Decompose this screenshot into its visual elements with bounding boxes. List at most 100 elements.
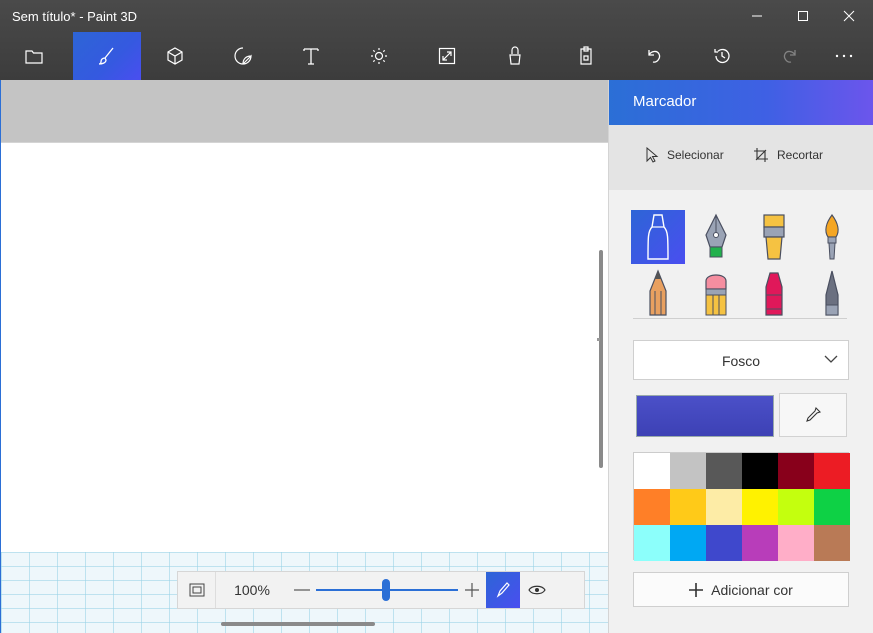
brush-watercolor[interactable]: [805, 210, 859, 264]
eyedropper-icon: [806, 406, 822, 422]
canvas-tab[interactable]: [413, 32, 481, 80]
more-button[interactable]: [815, 32, 873, 80]
color-swatch[interactable]: [778, 489, 814, 525]
text-icon: [303, 48, 319, 65]
history-icon: [714, 48, 730, 64]
minus-icon: [294, 589, 310, 591]
oil-brush-icon: [763, 214, 785, 260]
fit-screen-icon: [189, 583, 204, 597]
color-swatch[interactable]: [706, 525, 742, 561]
minimize-icon: [752, 15, 762, 17]
color-swatch[interactable]: [634, 525, 670, 561]
minimize-button[interactable]: [734, 0, 780, 32]
color-swatch[interactable]: [670, 525, 706, 561]
close-button[interactable]: [826, 0, 872, 32]
maximize-button[interactable]: [780, 0, 826, 32]
window-title: Sem título* - Paint 3D: [12, 9, 137, 24]
color-swatch[interactable]: [778, 525, 814, 561]
color-swatch[interactable]: [670, 489, 706, 525]
brush-pixel-pen[interactable]: [805, 266, 859, 320]
zoom-bar: 100%: [177, 571, 585, 609]
paste-icon: [580, 46, 592, 65]
chevron-down-icon: [824, 355, 838, 363]
color-swatch[interactable]: [670, 453, 706, 489]
crayon-icon: [765, 272, 783, 316]
brush-oil[interactable]: [747, 210, 801, 264]
more-icon: [835, 54, 853, 58]
folder-icon: [25, 50, 43, 64]
canvas-resize-handle[interactable]: [597, 338, 600, 341]
drawing-canvas[interactable]: [1, 142, 608, 552]
history-button[interactable]: [688, 32, 756, 80]
mixed-reality-tab[interactable]: [481, 32, 549, 80]
color-swatch[interactable]: [742, 453, 778, 489]
brush-eraser[interactable]: [689, 266, 743, 320]
view-mode-button[interactable]: [520, 572, 554, 608]
select-label: Selecionar: [667, 148, 724, 162]
eyedropper-button[interactable]: [779, 393, 847, 437]
panel-title: Marcador: [633, 93, 697, 110]
crop-icon: [754, 148, 768, 162]
zoom-slider-thumb[interactable]: [382, 579, 390, 601]
color-swatch[interactable]: [814, 525, 850, 561]
sticker-icon: [234, 47, 252, 65]
mixed-reality-icon: [509, 46, 521, 65]
zoom-in-button[interactable]: [458, 572, 486, 608]
paste-button[interactable]: [552, 32, 620, 80]
brush-divider: [633, 318, 847, 319]
brush-marker[interactable]: [631, 210, 685, 264]
zoom-out-button[interactable]: [288, 572, 316, 608]
maximize-icon: [798, 11, 808, 21]
finish-dropdown[interactable]: Fosco: [633, 340, 849, 380]
vertical-scrollbar[interactable]: [599, 250, 603, 468]
select-button[interactable]: Selecionar: [645, 147, 724, 163]
watercolor-brush-icon: [825, 213, 839, 260]
color-swatch[interactable]: [634, 489, 670, 525]
text-tab[interactable]: [277, 32, 345, 80]
color-swatch[interactable]: [742, 525, 778, 561]
undo-icon: [648, 50, 661, 63]
current-color-swatch[interactable]: [636, 395, 774, 437]
color-swatch[interactable]: [814, 489, 850, 525]
stickers-tab[interactable]: [209, 32, 277, 80]
eraser-icon: [705, 274, 727, 316]
undo-button[interactable]: [620, 32, 688, 80]
calligraphy-pen-icon: [705, 213, 727, 258]
main-toolbar: [0, 32, 873, 80]
brush-crayon[interactable]: [747, 266, 801, 320]
brushes-tab[interactable]: [73, 32, 141, 80]
zoom-slider[interactable]: [316, 572, 458, 608]
crop-label: Recortar: [777, 148, 824, 162]
title-bar: Sem título* - Paint 3D: [0, 0, 873, 80]
fit-to-screen-button[interactable]: [178, 572, 216, 608]
add-color-button[interactable]: Adicionar cor: [633, 572, 849, 607]
brush-pencil[interactable]: [631, 266, 685, 320]
panel-header: Marcador: [609, 80, 873, 125]
crop-button[interactable]: Recortar: [753, 147, 823, 163]
pen-mode-button[interactable]: [486, 572, 520, 608]
side-panel: Marcador Selecionar Recortar Fosco Adici…: [608, 80, 873, 633]
color-swatch[interactable]: [706, 453, 742, 489]
color-swatch[interactable]: [814, 453, 850, 489]
add-color-label: Adicionar cor: [711, 581, 793, 598]
workspace-background: [1, 80, 608, 142]
select-crop-row: Selecionar Recortar: [609, 125, 873, 190]
workspace: 100%: [0, 80, 608, 633]
color-palette: [633, 452, 850, 561]
redo-button[interactable]: [756, 32, 824, 80]
color-swatch[interactable]: [742, 489, 778, 525]
marker-icon: [647, 214, 669, 260]
3d-shapes-tab[interactable]: [141, 32, 209, 80]
canvas-resize-icon: [438, 47, 456, 65]
effects-tab[interactable]: [345, 32, 413, 80]
brush-calligraphy-pen[interactable]: [689, 210, 743, 264]
color-swatch[interactable]: [634, 453, 670, 489]
color-swatch[interactable]: [778, 453, 814, 489]
cube-icon: [167, 47, 183, 65]
eye-icon: [528, 585, 546, 595]
menu-button[interactable]: [0, 32, 68, 80]
color-swatch[interactable]: [706, 489, 742, 525]
cursor-icon: [646, 147, 659, 163]
horizontal-scrollbar[interactable]: [221, 622, 375, 626]
pen-icon: [496, 582, 510, 598]
